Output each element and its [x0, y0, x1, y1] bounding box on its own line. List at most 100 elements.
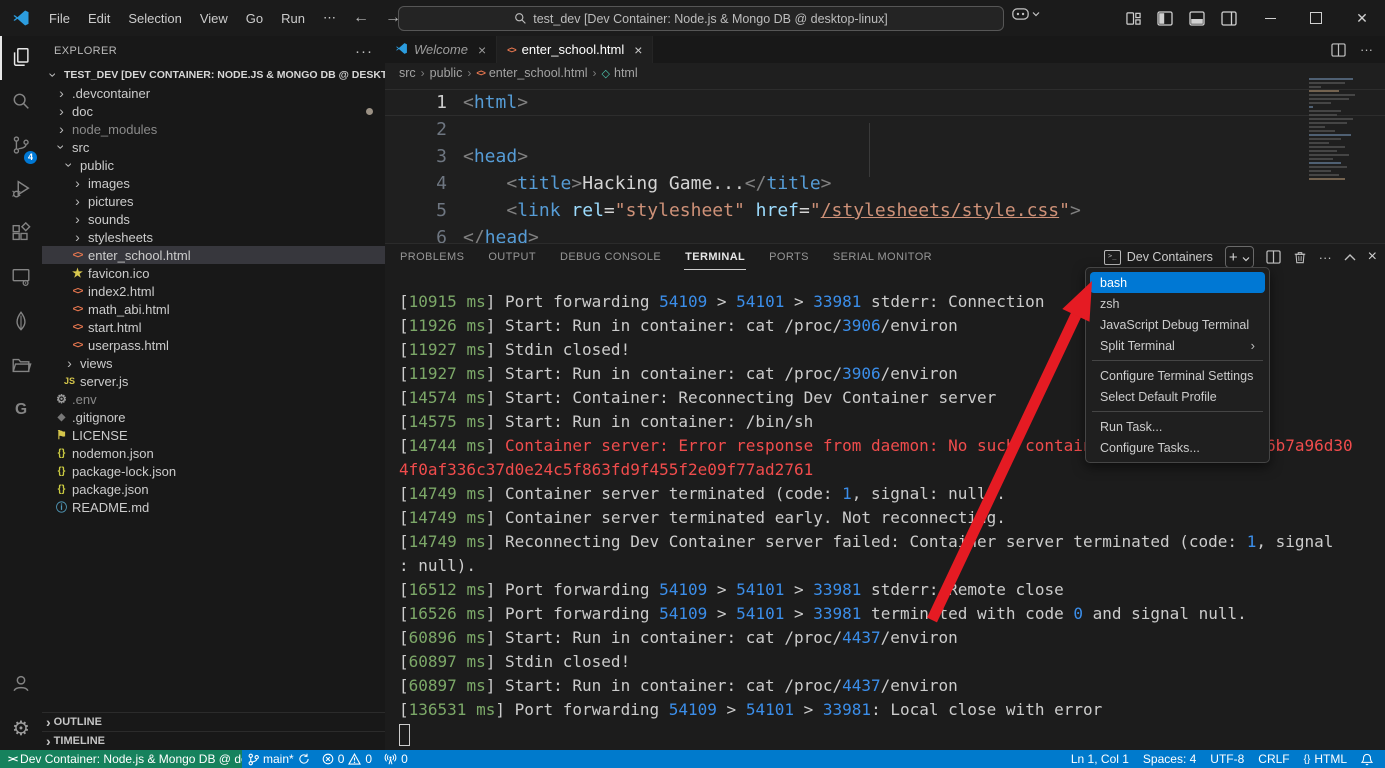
close-tab-icon[interactable]: × — [478, 42, 486, 58]
breadcrumb-item-src[interactable]: src — [399, 66, 416, 80]
new-terminal-button[interactable]: + — [1225, 246, 1254, 268]
tree-item-.env[interactable]: ⚙.env — [42, 390, 385, 408]
activity-bar-item-manage[interactable]: ⚙ — [0, 706, 42, 750]
problems-indicator[interactable]: 0 0 — [316, 750, 378, 768]
tree-item-package-lock.json[interactable]: {}package-lock.json — [42, 462, 385, 480]
copilot-button[interactable] — [1012, 7, 1040, 21]
menu-item-run[interactable]: Run — [272, 7, 314, 30]
status-item-html[interactable]: {}HTML — [1298, 750, 1353, 768]
tree-item-public[interactable]: ›public — [42, 156, 385, 174]
tree-item-images[interactable]: ›images — [42, 174, 385, 192]
status-item-spaces-4[interactable]: Spaces: 4 — [1137, 750, 1202, 768]
menu-item-run-task-[interactable]: Run Task... — [1090, 416, 1265, 437]
menu-item-javascript-debug-terminal[interactable]: JavaScript Debug Terminal — [1090, 314, 1265, 335]
tree-item-readme.md[interactable]: ⓘREADME.md — [42, 498, 385, 516]
tree-item-userpass.html[interactable]: <>userpass.html — [42, 336, 385, 354]
forwarded-ports-indicator[interactable]: 0 — [378, 750, 414, 768]
menu-item-selection[interactable]: Selection — [119, 7, 190, 30]
panel-tab-terminal[interactable]: TERMINAL — [684, 244, 746, 270]
menu-item-bash[interactable]: bash — [1090, 272, 1265, 293]
terminal-instance-item[interactable]: >_Dev Containers — [1104, 250, 1213, 265]
maximize-panel-icon[interactable] — [1344, 253, 1356, 261]
panel-tab-serial-monitor[interactable]: SERIAL MONITOR — [832, 244, 933, 270]
close-tab-icon[interactable]: × — [634, 42, 642, 58]
tree-item-test-dev-dev-container-node.js-mongo-db-[interactable]: ›TEST_DEV [DEV CONTAINER: NODE.JS & MONG… — [42, 66, 385, 84]
activity-bar-item-search[interactable] — [0, 80, 42, 124]
outline-section[interactable]: ›OUTLINE — [42, 712, 385, 731]
tree-item-views[interactable]: ›views — [42, 354, 385, 372]
toggle-secondary-sidebar-icon[interactable] — [1221, 11, 1237, 26]
tree-item-nodemon.json[interactable]: {}nodemon.json — [42, 444, 385, 462]
menu-item-zsh[interactable]: zsh — [1090, 293, 1265, 314]
tree-item-src[interactable]: ›src — [42, 138, 385, 156]
kill-terminal-icon[interactable] — [1293, 250, 1307, 264]
tree-item-math-abi.html[interactable]: <>math_abi.html — [42, 300, 385, 318]
panel-tab-debug-console[interactable]: DEBUG CONSOLE — [559, 244, 662, 270]
chevron-down-icon[interactable] — [1242, 250, 1250, 265]
breadcrumb-item-html[interactable]: ◇html — [602, 66, 638, 80]
activity-bar-item-run-debug[interactable] — [0, 168, 42, 212]
breadcrumb-item-public[interactable]: public — [430, 66, 463, 80]
activity-bar-item-remote-explorer[interactable] — [0, 256, 42, 300]
tree-item-start.html[interactable]: <>start.html — [42, 318, 385, 336]
branch-indicator[interactable]: main* — [242, 750, 316, 768]
activity-bar-item-mongodb[interactable] — [0, 300, 42, 344]
panel-more-actions-icon[interactable]: ··· — [1319, 250, 1332, 265]
tree-item-node-modules[interactable]: ›node_modules — [42, 120, 385, 138]
panel-tab-problems[interactable]: PROBLEMS — [399, 244, 465, 270]
breadcrumb-item-enter-school-html[interactable]: <>enter_school.html — [476, 66, 587, 80]
close-panel-icon[interactable]: × — [1368, 248, 1377, 266]
explorer-more-actions-icon[interactable]: ··· — [355, 43, 373, 60]
navigate-back-button[interactable]: ← — [345, 9, 377, 27]
tree-item-index2.html[interactable]: <>index2.html — [42, 282, 385, 300]
command-center[interactable]: test_dev [Dev Container: Node.js & Mongo… — [398, 6, 1004, 31]
activity-bar-item-gitlens[interactable]: G — [0, 388, 42, 432]
menu-item-go[interactable]: Go — [237, 7, 272, 30]
activity-bar-item-source-control[interactable]: 4 — [0, 124, 42, 168]
status-item-utf-8[interactable]: UTF-8 — [1204, 750, 1250, 768]
split-editor-icon[interactable] — [1331, 43, 1346, 57]
maximize-button[interactable] — [1293, 0, 1339, 36]
tree-item-favicon.ico[interactable]: ★favicon.ico — [42, 264, 385, 282]
split-terminal-icon[interactable] — [1266, 250, 1281, 264]
menu-item-split-terminal[interactable]: Split Terminal› — [1090, 335, 1265, 356]
toggle-panel-icon[interactable] — [1189, 11, 1205, 26]
panel-tab-ports[interactable]: PORTS — [768, 244, 810, 270]
remote-indicator[interactable]: >< Dev Container: Node.js & Mongo DB @ d… — [0, 750, 242, 768]
close-window-button[interactable]: ✕ — [1339, 0, 1385, 36]
status-item-crlf[interactable]: CRLF — [1252, 750, 1295, 768]
timeline-section[interactable]: ›TIMELINE — [42, 731, 385, 750]
menu-item-view[interactable]: View — [191, 7, 237, 30]
tree-item-package.json[interactable]: {}package.json — [42, 480, 385, 498]
panel-tab-output[interactable]: OUTPUT — [487, 244, 537, 270]
menu-item-file[interactable]: File — [40, 7, 79, 30]
menu-item-configure-terminal-settings[interactable]: Configure Terminal Settings — [1090, 365, 1265, 386]
notifications-bell-icon[interactable] — [1355, 750, 1379, 768]
tab-enter-school-html[interactable]: <>enter_school.html× — [497, 36, 653, 63]
minimize-button[interactable] — [1247, 0, 1293, 36]
toggle-sidebar-icon[interactable] — [1157, 11, 1173, 26]
customize-layout-icon[interactable] — [1126, 11, 1141, 26]
tree-item-server.js[interactable]: JSserver.js — [42, 372, 385, 390]
tab-welcome[interactable]: Welcome× — [385, 36, 497, 63]
code-editor[interactable]: 1<html>23<head>4 <title>Hacking Game...<… — [385, 83, 1385, 249]
tree-item-stylesheets[interactable]: ›stylesheets — [42, 228, 385, 246]
tree-item-enter-school.html[interactable]: <>enter_school.html — [42, 246, 385, 264]
tree-item-sounds[interactable]: ›sounds — [42, 210, 385, 228]
activity-bar-item-folder-explorer[interactable] — [0, 344, 42, 388]
menu-item-select-default-profile[interactable]: Select Default Profile — [1090, 386, 1265, 407]
minimap[interactable] — [1307, 76, 1371, 186]
activity-bar-item-explorer[interactable] — [0, 36, 40, 80]
menu-item-configure-tasks-[interactable]: Configure Tasks... — [1090, 437, 1265, 458]
activity-bar-item-accounts[interactable] — [0, 662, 42, 706]
tree-item-license[interactable]: ⚑LICENSE — [42, 426, 385, 444]
tree-item-.gitignore[interactable]: ◆.gitignore — [42, 408, 385, 426]
menu-item-edit[interactable]: Edit — [79, 7, 119, 30]
tree-item-.devcontainer[interactable]: ›.devcontainer — [42, 84, 385, 102]
menu-item-more[interactable]: ⋯ — [314, 6, 345, 30]
activity-bar-item-extensions[interactable] — [0, 212, 42, 256]
status-item-ln-1-col-1[interactable]: Ln 1, Col 1 — [1065, 750, 1135, 768]
tree-item-doc[interactable]: ›doc — [42, 102, 385, 120]
editor-more-actions-icon[interactable]: ··· — [1360, 42, 1373, 57]
tree-item-pictures[interactable]: ›pictures — [42, 192, 385, 210]
